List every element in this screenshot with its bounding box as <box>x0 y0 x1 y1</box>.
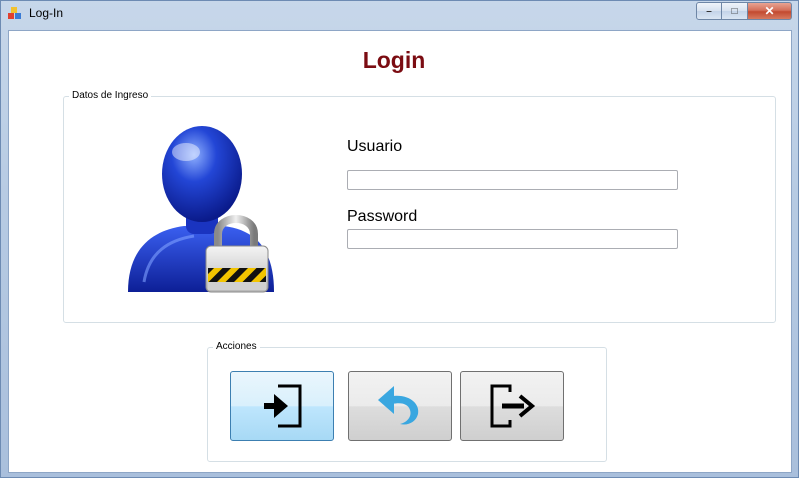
acciones-group: Acciones <box>207 341 607 462</box>
page-title: Login <box>362 47 426 73</box>
close-icon: ✕ <box>764 4 775 18</box>
enter-icon <box>264 384 302 428</box>
password-input[interactable] <box>347 229 678 249</box>
minimize-button[interactable]: – <box>696 2 722 20</box>
minimize-icon: – <box>706 5 712 17</box>
datos-de-ingreso-group: Datos de Ingreso Usuario Password <box>63 90 776 323</box>
password-label: Password <box>347 208 418 225</box>
login-window: Log-In – □ ✕ Login Datos de Ingreso Usua… <box>0 0 799 478</box>
maximize-icon: □ <box>731 5 738 17</box>
window-title: Log-In <box>29 6 64 20</box>
group-legend: Datos de Ingreso <box>69 90 152 101</box>
app-icon <box>8 7 21 19</box>
window-controls: – □ ✕ <box>696 2 792 20</box>
undo-arrow-icon <box>378 386 419 425</box>
group-legend: Acciones <box>213 341 260 352</box>
exit-button[interactable] <box>460 371 564 441</box>
close-button[interactable]: ✕ <box>748 2 792 20</box>
back-button[interactable] <box>348 371 452 441</box>
usuario-input[interactable] <box>347 170 678 190</box>
usuario-label: Usuario <box>347 138 403 155</box>
title-bar[interactable]: Log-In – □ ✕ <box>1 1 798 27</box>
login-button[interactable] <box>230 371 334 441</box>
maximize-button[interactable]: □ <box>722 2 748 20</box>
user-lock-icon <box>128 126 274 293</box>
form-client-area: Login Datos de Ingreso Usuario Password … <box>8 30 792 473</box>
exit-icon <box>490 384 536 428</box>
